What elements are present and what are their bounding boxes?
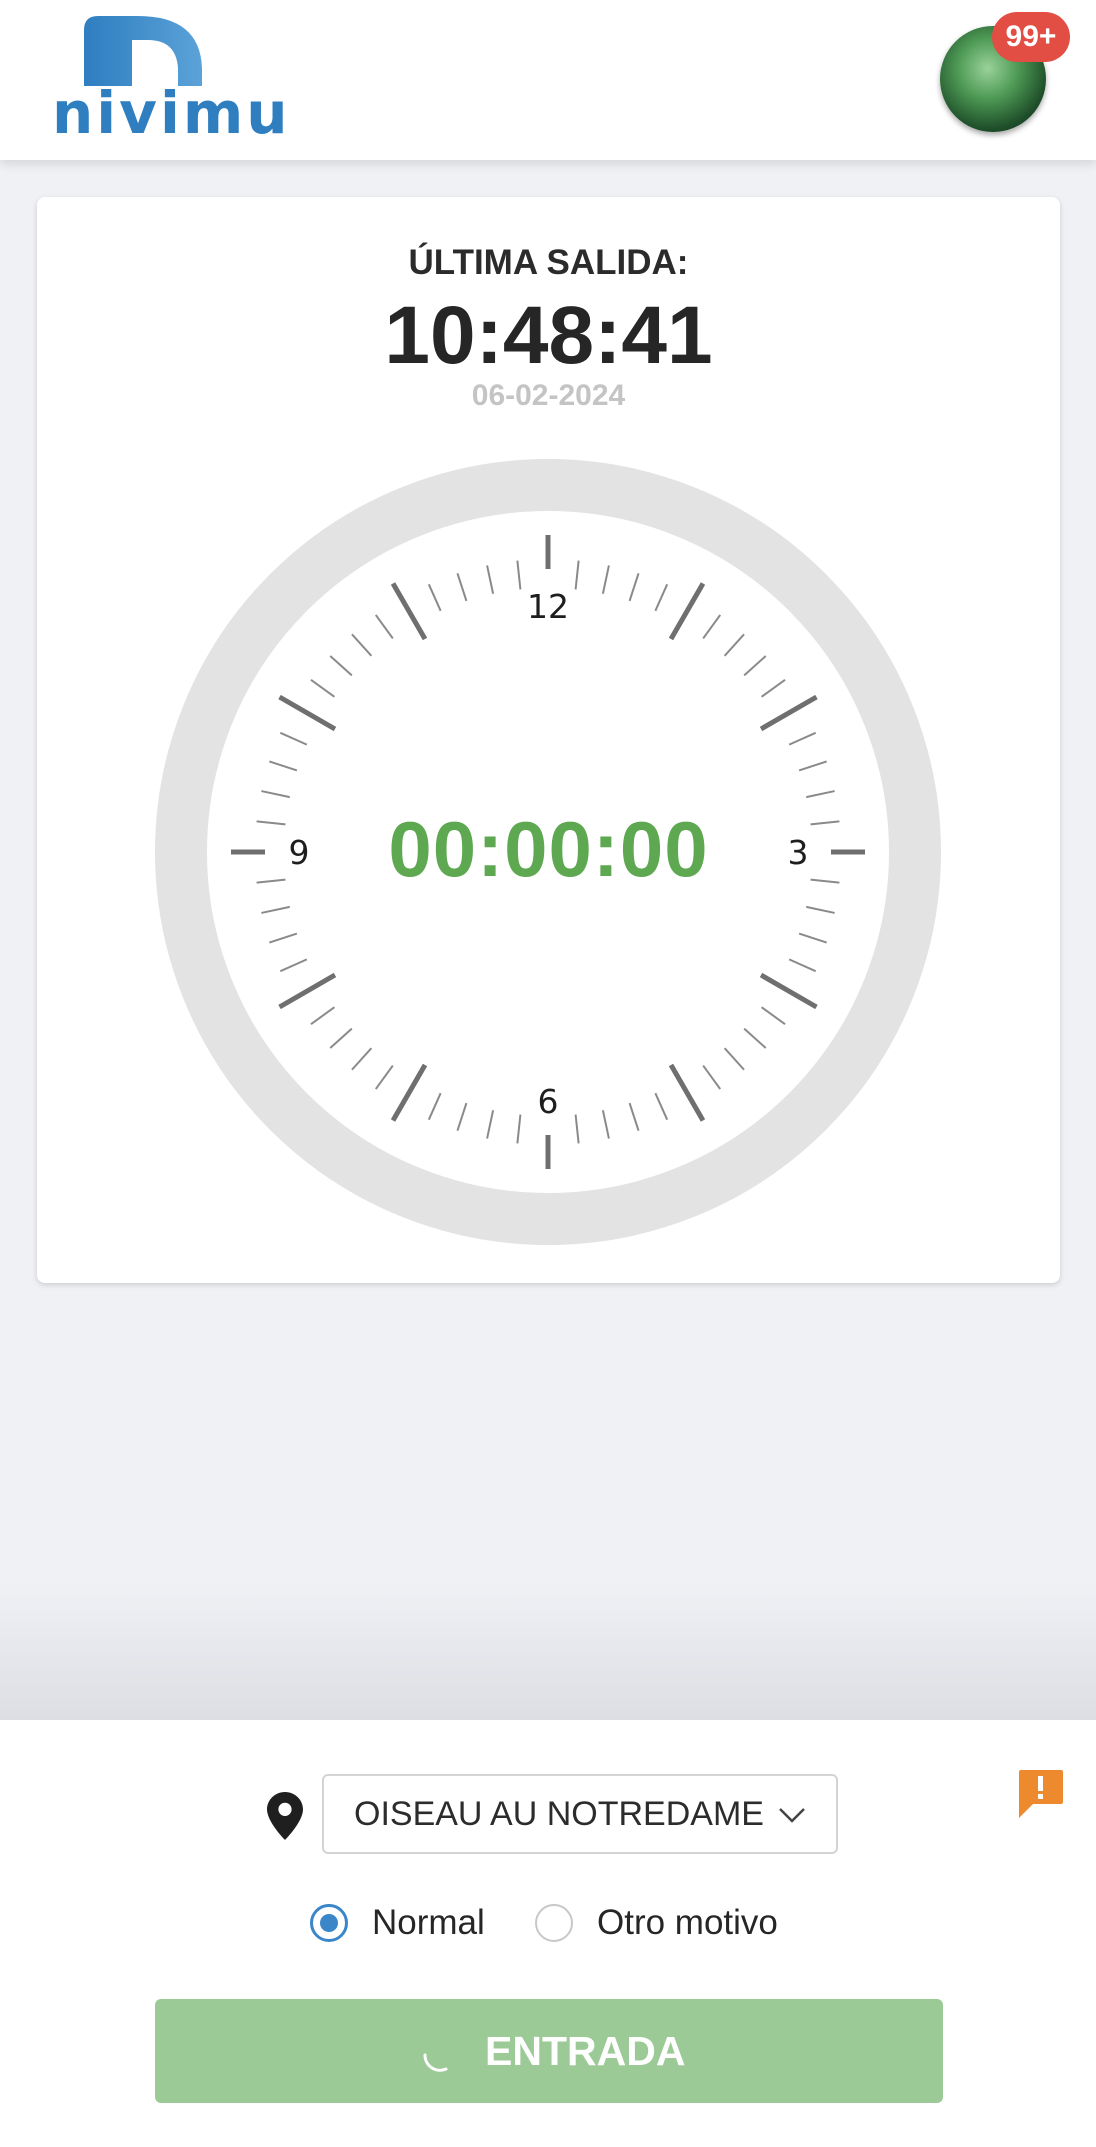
minute-tick [310, 678, 336, 698]
minute-tick [628, 573, 640, 602]
minute-tick [456, 1102, 468, 1131]
clock-card: ÚLTIMA SALIDA: 10:48:41 06-02-2024 12 3 … [37, 197, 1060, 1283]
footer-shadow [0, 1580, 1096, 1720]
minute-tick [329, 655, 353, 677]
minute-tick [743, 1027, 767, 1049]
minute-tick [806, 905, 835, 914]
hour-tick [668, 1063, 706, 1122]
minute-tick [702, 614, 722, 640]
minute-tick [574, 560, 580, 590]
minute-tick [788, 958, 817, 973]
minute-tick [351, 1047, 373, 1071]
minute-tick [310, 1006, 336, 1026]
minute-tick [427, 1092, 442, 1121]
minute-tick [456, 573, 468, 602]
minute-tick [329, 1027, 353, 1049]
minute-tick [798, 760, 827, 772]
hour-tick [759, 972, 818, 1010]
minute-tick [374, 1064, 394, 1090]
radio-normal-label[interactable]: Normal [372, 1902, 485, 1944]
hour-tick [390, 1063, 428, 1122]
minute-tick [516, 560, 522, 590]
chevron-down-icon [779, 1808, 805, 1823]
minute-tick [279, 731, 308, 746]
clock-number-6: 6 [538, 1082, 559, 1121]
hour-tick [278, 972, 337, 1010]
minute-tick [654, 583, 669, 612]
minute-tick [374, 614, 394, 640]
nivimu-logo[interactable]: nivimu [50, 16, 288, 142]
minute-tick [261, 905, 290, 914]
minute-tick [351, 633, 373, 657]
minute-tick [743, 655, 767, 677]
minute-tick [702, 1064, 722, 1090]
minute-tick [269, 932, 298, 944]
minute-tick [654, 1092, 669, 1121]
app-header: nivimu 99+ [0, 0, 1096, 160]
minute-tick [806, 790, 835, 799]
minute-tick [261, 790, 290, 799]
location-value: OISEAU AU NOTREDAME [354, 1795, 764, 1833]
minute-tick [628, 1102, 640, 1131]
entry-button-label: ENTRADA [485, 2028, 686, 2074]
minute-tick [798, 932, 827, 944]
hour-tick [390, 582, 428, 641]
radio-other-reason[interactable] [535, 1904, 573, 1942]
hour-tick [759, 694, 818, 732]
elapsed-timer: 00:00:00 [388, 805, 709, 893]
minute-tick [760, 678, 786, 698]
clock-face: 12 3 6 9 [155, 459, 941, 1245]
notifications-badge[interactable]: 99+ [992, 12, 1070, 62]
hour-tick [668, 582, 706, 641]
minute-tick [486, 565, 495, 594]
minute-tick [427, 583, 442, 612]
minute-tick [601, 565, 610, 594]
minute-tick [723, 1047, 745, 1071]
minute-tick [788, 731, 817, 746]
logo-text: nivimu [52, 79, 291, 147]
alert-icon[interactable] [1015, 1768, 1065, 1820]
entry-button[interactable]: ENTRADA [155, 1999, 943, 2103]
location-select[interactable]: OISEAU AU NOTREDAME [322, 1774, 838, 1854]
minute-tick [486, 1110, 495, 1139]
minute-tick [269, 760, 298, 772]
radio-other-reason-label[interactable]: Otro motivo [597, 1902, 778, 1944]
hour-tick [278, 694, 337, 732]
minute-tick [574, 1114, 580, 1144]
minute-tick [601, 1110, 610, 1139]
clock-number-12: 12 [527, 587, 569, 626]
minute-tick [760, 1006, 786, 1026]
minute-tick [279, 958, 308, 973]
spinner-icon [423, 2053, 448, 2072]
minute-tick [516, 1114, 522, 1144]
radio-normal[interactable] [310, 1904, 348, 1942]
minute-tick [723, 633, 745, 657]
location-pin-icon [267, 1792, 303, 1840]
